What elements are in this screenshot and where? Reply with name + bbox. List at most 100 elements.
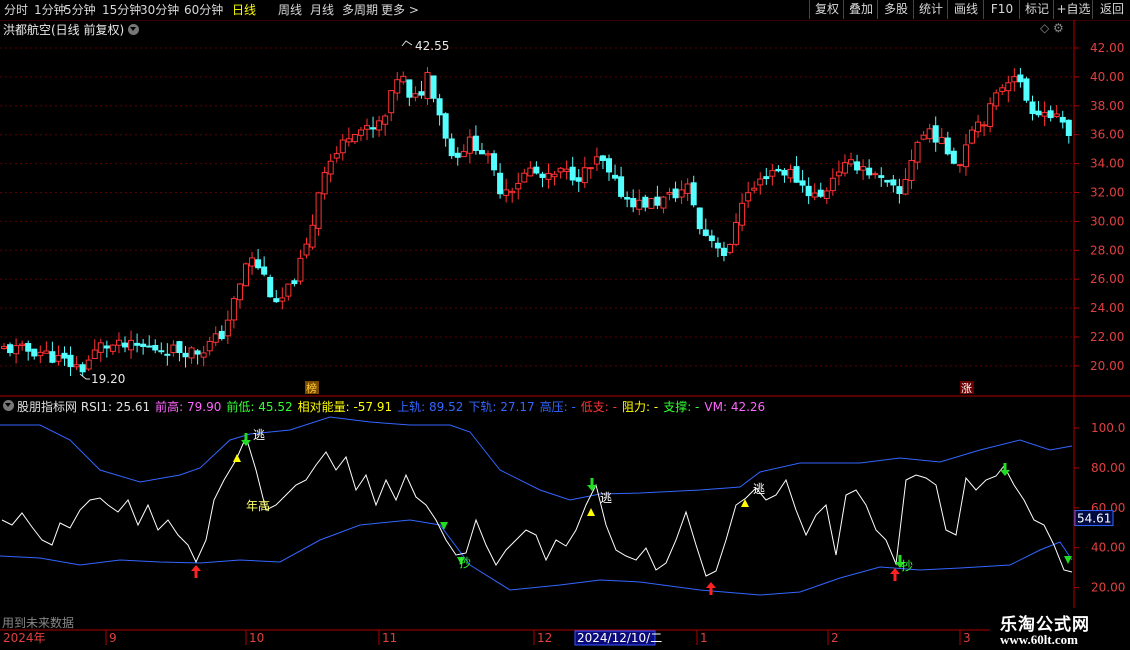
candle [545,163,552,189]
candle-body [103,345,110,349]
candle-body [460,151,467,158]
candle-body [987,103,994,127]
indicator-tick-label: 20.00 [1091,581,1125,595]
candle [581,156,588,188]
candle [424,66,431,105]
candle-body [648,198,655,209]
candle [515,172,522,200]
candle-body [206,340,213,352]
candle-body [158,350,165,353]
sell-arrow-icon-head [587,485,597,491]
candle-body [805,185,812,197]
candle [896,178,903,204]
candle [509,187,516,203]
candle [678,180,685,205]
buy-arrow-icon-head [706,582,716,588]
candle-body [1023,78,1030,101]
candle-body [962,144,969,168]
candle-body [739,202,746,226]
candle-body [303,243,310,256]
candle-body [569,166,576,181]
candle [418,80,425,99]
candle-body [920,134,927,140]
title-dropdown-icon[interactable] [128,24,139,35]
sell-arrow-icon-stem [244,433,248,440]
candle [115,332,122,354]
candle [103,340,110,358]
candle [176,340,183,362]
candle-body [884,179,891,183]
candle-body [612,174,619,179]
candle-body [212,333,219,343]
candle-body [630,198,637,208]
candle-body [376,120,383,131]
escape-label: 逃 [753,482,765,496]
candle-body [757,178,764,186]
candle-body [109,344,116,352]
candle [745,181,752,208]
candle-body [672,188,679,199]
candle [303,237,310,259]
candle [1053,105,1060,118]
price-tick-label: 20.00 [1090,359,1124,373]
candle [872,171,879,179]
candle [212,326,219,347]
candle [19,340,26,351]
candle [823,187,830,205]
candle-body [690,182,697,206]
candle [1,343,7,350]
candle-body [993,92,1000,107]
candle [412,86,419,102]
candle [430,75,437,103]
candle-body [848,159,854,165]
sell-arrow-icon [587,478,597,491]
candle [848,152,854,167]
rsi-line [1,435,1073,577]
candle [497,163,504,199]
buy-arrow-icon [191,565,201,578]
candle-body [485,153,491,156]
candle-body [975,121,982,133]
sell-arrow-icon-stem [1003,463,1007,470]
candle [345,127,352,147]
candle-body [37,351,44,357]
indicator-name: 股朋指标网 [17,400,81,414]
candle-body [85,359,92,370]
candle [733,213,740,247]
candle [787,164,794,183]
candle-body [733,221,740,245]
candle-body [49,351,56,363]
kline-chart[interactable]: 42.00 40.00 38.00 36.00 34.00 32.00 30.00 28.00… [0,0,1130,650]
buy-arrow-icon [706,582,716,595]
indicator-dropdown-icon[interactable] [3,400,14,411]
window-control-icons[interactable]: ◇ ⚙ [1040,21,1064,35]
candle [91,339,98,360]
candle [339,134,346,161]
candle [811,183,818,201]
stock-title: 洪都航空(日线 前复权) [3,23,125,37]
candle-body [1005,82,1012,92]
candle-body [442,113,449,139]
candle [618,166,625,199]
candle-body [364,125,370,130]
candle-body [152,345,159,351]
year-high-label: 年高 [246,498,270,513]
candle-body [261,266,268,275]
candle-body [1029,101,1036,114]
candle-body [497,172,504,195]
candle [714,237,721,258]
candle-body [896,186,903,195]
candle-body [491,153,498,171]
candle-body [1047,110,1054,119]
candle-body [745,192,752,202]
candle-body [291,280,298,285]
candle-body [436,98,443,116]
candle [7,342,14,357]
candle-body [140,343,147,348]
candle [866,159,873,179]
candle-body [1017,74,1024,83]
candle [327,153,334,183]
candle [1041,101,1048,127]
candle-body [557,167,564,173]
candle-body [545,172,552,180]
